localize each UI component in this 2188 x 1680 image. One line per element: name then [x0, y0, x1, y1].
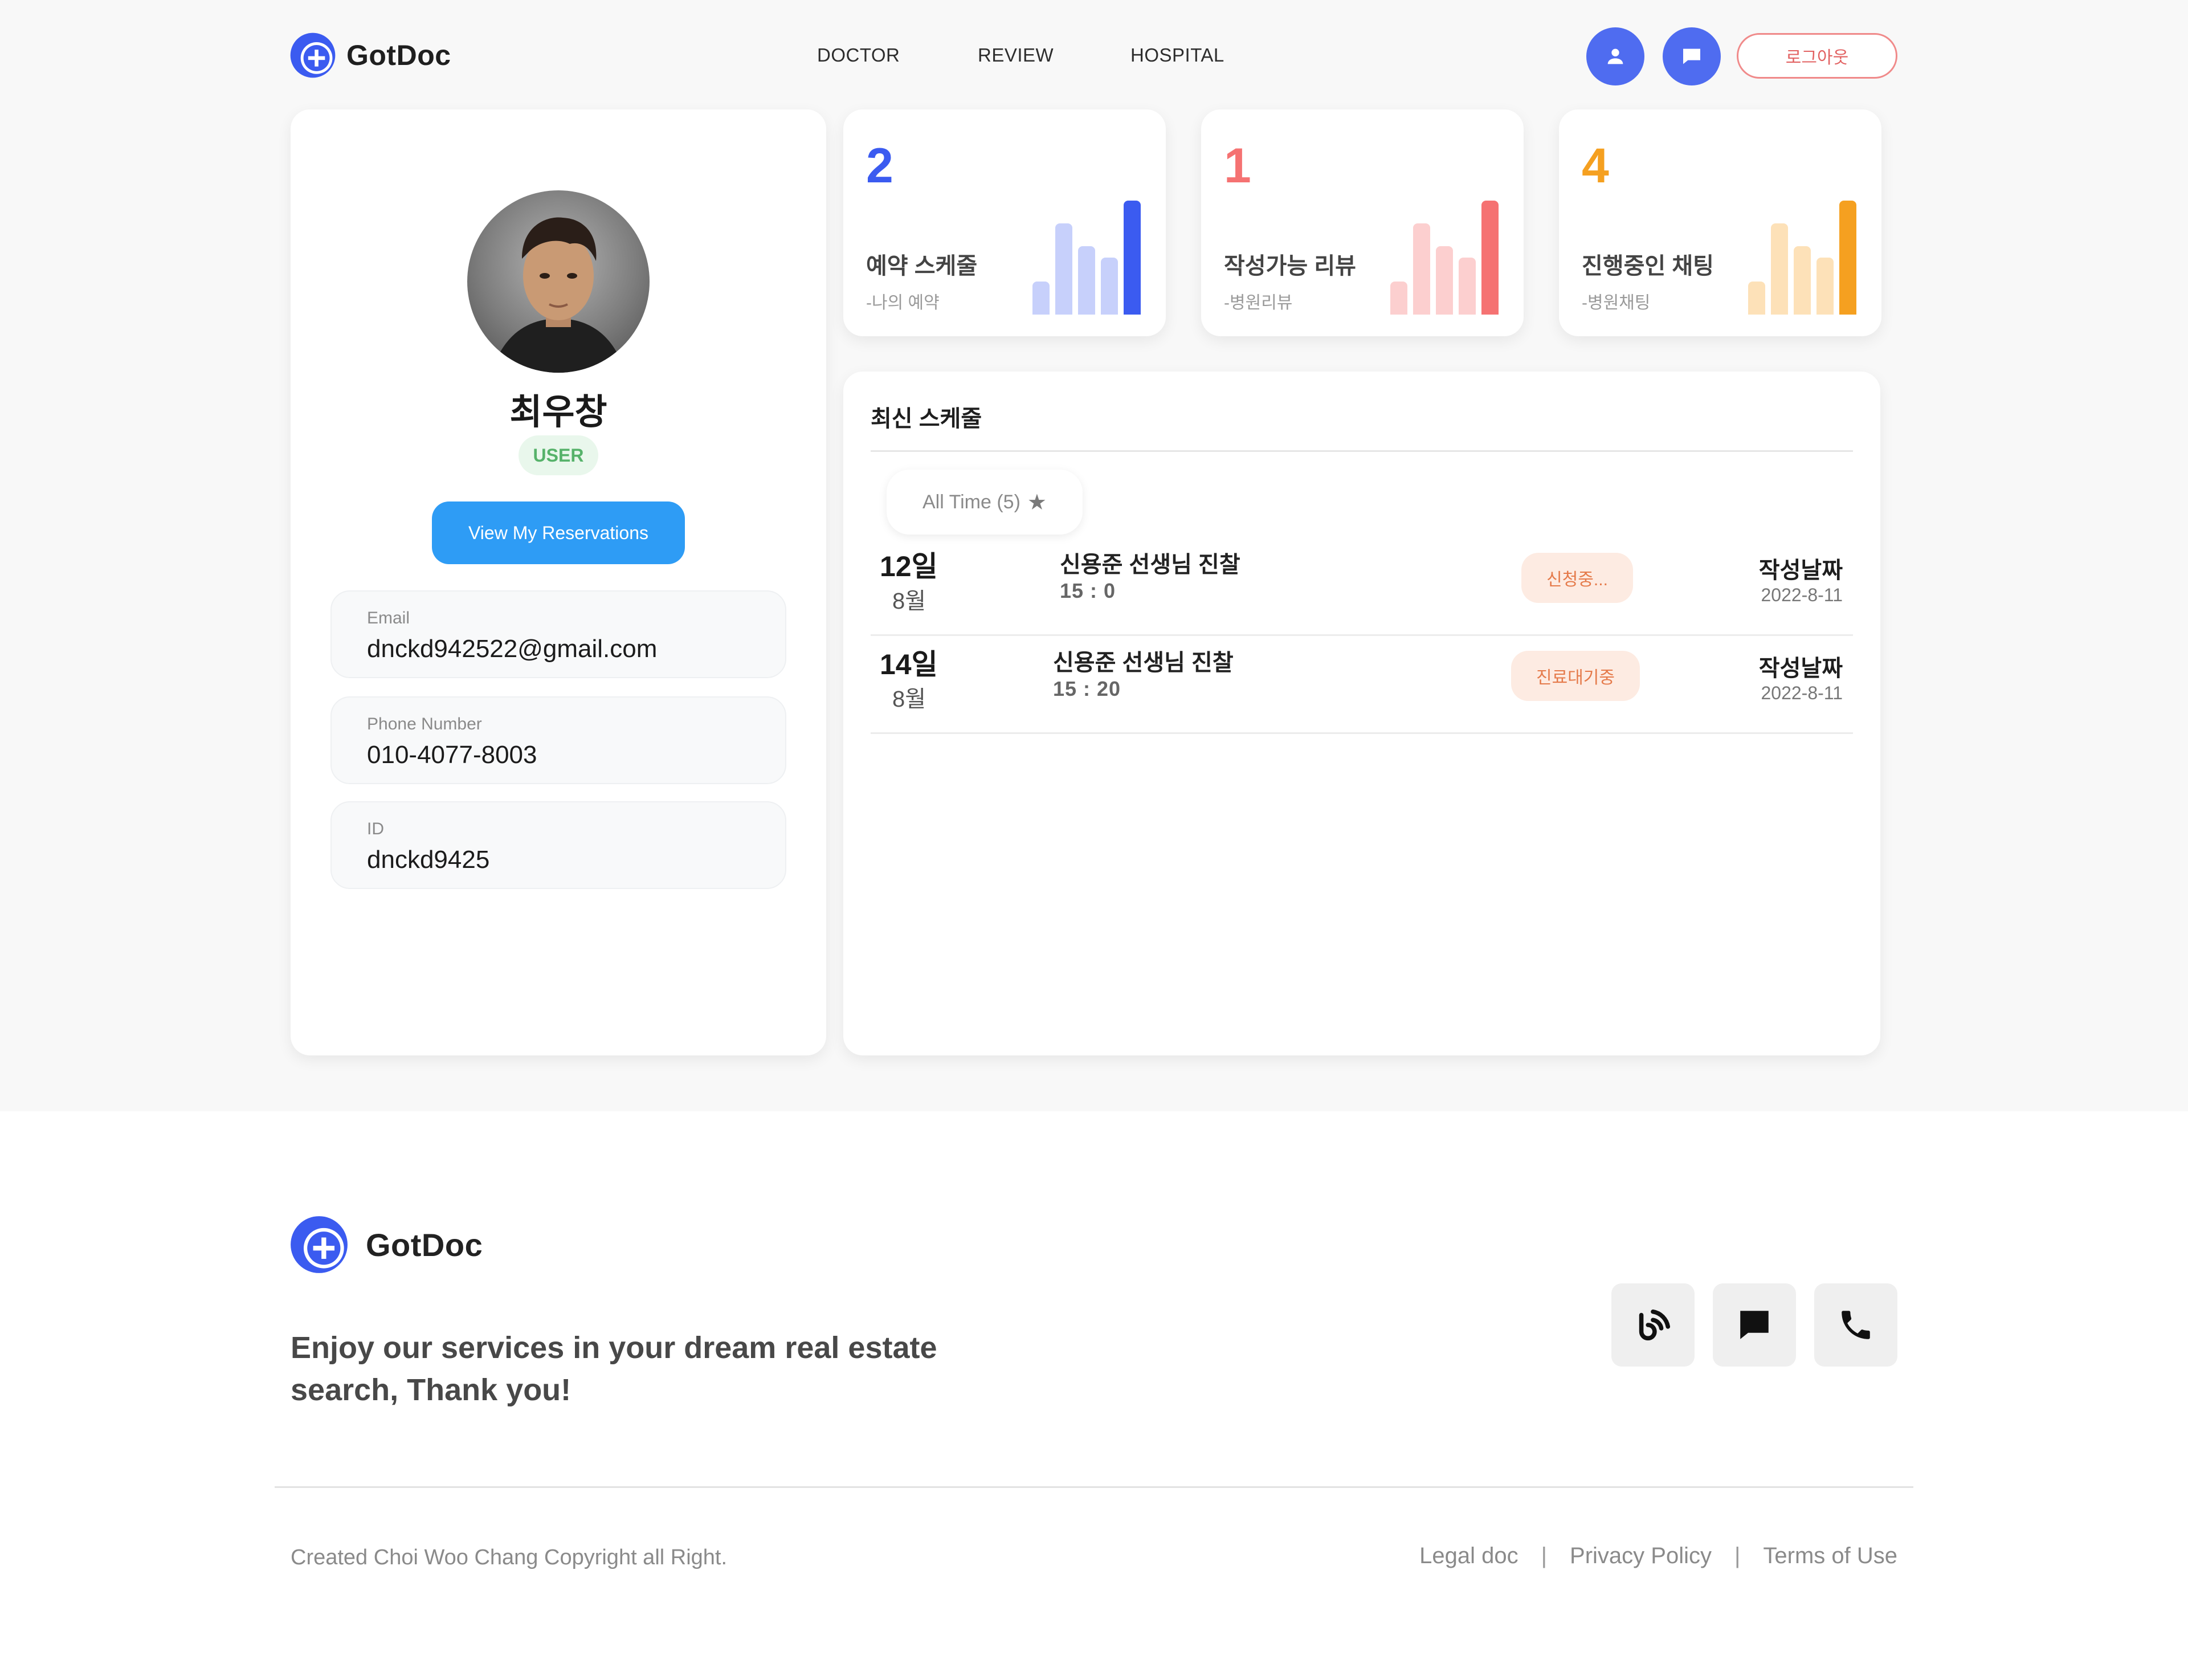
stat-bar	[1032, 282, 1050, 315]
stat-bar	[1124, 201, 1141, 315]
stat-bar	[1078, 246, 1095, 315]
link-separator: |	[1734, 1543, 1741, 1568]
filter-all-time[interactable]: All Time (5) ★	[887, 470, 1083, 535]
schedule-doctor: 신용준 선생님 진찰	[1060, 552, 1240, 577]
avatar-portrait	[491, 217, 626, 373]
stat-bar	[1436, 246, 1453, 315]
link-separator: |	[1541, 1543, 1548, 1568]
schedule-month: 8월	[892, 589, 926, 614]
stat-card-chats[interactable]: 4 진행중인 채팅 -병원채팅	[1559, 109, 1881, 336]
stat-bar	[1748, 282, 1765, 315]
created-date: 2022-8-11	[1761, 585, 1843, 605]
schedule-doctor: 신용준 선생님 진찰	[1053, 650, 1234, 675]
phone-label: Phone Number	[367, 715, 482, 733]
profile-button[interactable]	[1586, 27, 1644, 85]
stat-value: 4	[1582, 138, 1609, 193]
schedule-row[interactable]: 14일 8월 신용준 선생님 진찰 15 : 20 진료대기중 작성날짜 202…	[871, 636, 1853, 734]
stat-bar	[1481, 201, 1499, 315]
stat-bars-icon	[1032, 201, 1146, 315]
schedule-day: 12일	[880, 551, 938, 582]
stat-bar	[1055, 223, 1072, 315]
nav-review[interactable]: REVIEW	[978, 44, 1054, 66]
chat-button[interactable]	[1663, 27, 1721, 85]
phone-value: 010-4077-8003	[367, 741, 537, 769]
stat-bars-icon	[1748, 201, 1862, 315]
profile-card: 최우창 USER View My Reservations Email dnck…	[291, 109, 826, 1055]
stat-title: 예약 스케줄	[866, 254, 978, 279]
schedule-time: 15 : 20	[1053, 677, 1121, 700]
chat-icon	[1683, 48, 1700, 64]
stat-subtitle: -나의 예약	[866, 293, 940, 312]
stat-bar	[1839, 201, 1856, 315]
created-label: 작성날짜	[1758, 558, 1843, 583]
schedule-time: 15 : 0	[1060, 579, 1116, 602]
copyright-text: Created Choi Woo Chang Copyright all Rig…	[291, 1546, 728, 1569]
phone-icon	[1842, 1311, 1870, 1339]
terms-of-use-link[interactable]: Terms of Use	[1763, 1543, 1897, 1569]
role-badge: USER	[519, 435, 598, 475]
legal-doc-link[interactable]: Legal doc	[1419, 1543, 1518, 1569]
id-value: dnckd9425	[367, 846, 490, 874]
stat-bar	[1101, 258, 1118, 315]
footer-divider	[275, 1486, 1913, 1488]
header: GotDoc DOCTOR REVIEW HOSPITAL 로그아웃	[0, 0, 2188, 108]
logout-button[interactable]: 로그아웃	[1737, 33, 1897, 79]
star-icon: ★	[1027, 490, 1047, 515]
stat-bar	[1816, 258, 1834, 315]
email-label: Email	[367, 609, 410, 627]
status-badge: 신청중...	[1521, 553, 1633, 603]
stat-bar	[1413, 223, 1430, 315]
schedule-month: 8월	[892, 687, 926, 712]
footer-tagline: Enjoy our services in your dream real es…	[291, 1331, 937, 1407]
divider	[871, 450, 1853, 452]
blog-button[interactable]	[1611, 1283, 1695, 1367]
stat-subtitle: -병원채팅	[1582, 293, 1651, 312]
stat-bar	[1771, 223, 1788, 315]
stat-value: 1	[1224, 138, 1251, 193]
stat-value: 2	[866, 138, 893, 193]
logo-icon	[291, 1216, 348, 1273]
stat-title: 작성가능 리뷰	[1224, 254, 1356, 279]
id-label: ID	[367, 819, 384, 838]
phone-button[interactable]	[1814, 1283, 1897, 1367]
chat-icon	[1740, 1311, 1769, 1339]
stat-bars-icon	[1390, 201, 1504, 315]
email-value: dnckd942522@gmail.com	[367, 635, 658, 663]
blog-icon	[1639, 1309, 1671, 1341]
schedule-day: 14일	[880, 649, 938, 680]
schedule-title: 최신 스케줄	[871, 406, 982, 431]
email-field[interactable]: Email dnckd942522@gmail.com	[330, 590, 786, 678]
chat-button-footer[interactable]	[1713, 1283, 1796, 1367]
stat-card-reservations[interactable]: 2 예약 스케줄 -나의 예약	[843, 109, 1166, 336]
stat-bar	[1459, 258, 1476, 315]
stat-bar	[1390, 282, 1407, 315]
nav-doctor[interactable]: DOCTOR	[817, 44, 900, 66]
schedule-row[interactable]: 12일 8월 신용준 선생님 진찰 15 : 0 신청중... 작성날짜 202…	[871, 538, 1853, 636]
footer-brand-name: GotDoc	[366, 1226, 483, 1263]
nav-hospital[interactable]: HOSPITAL	[1130, 44, 1224, 66]
created-date: 2022-8-11	[1761, 683, 1843, 703]
footer-links: Legal doc | Privacy Policy | Terms of Us…	[1419, 1543, 1897, 1569]
stat-subtitle: -병원리뷰	[1224, 293, 1293, 312]
status-badge: 진료대기중	[1511, 651, 1640, 701]
user-icon	[1607, 48, 1623, 64]
phone-field[interactable]: Phone Number 010-4077-8003	[330, 696, 786, 784]
stat-title: 진행중인 채팅	[1582, 254, 1714, 279]
created-label: 작성날짜	[1758, 656, 1843, 681]
privacy-policy-link[interactable]: Privacy Policy	[1570, 1543, 1712, 1569]
stat-card-reviews[interactable]: 1 작성가능 리뷰 -병원리뷰	[1201, 109, 1524, 336]
stat-bar	[1794, 246, 1811, 315]
id-field[interactable]: ID dnckd9425	[330, 801, 786, 889]
avatar	[467, 190, 650, 373]
filter-label: All Time (5)	[922, 491, 1020, 513]
schedule-card: 최신 스케줄 All Time (5) ★ 12일 8월 신용준 선생님 진찰 …	[843, 372, 1880, 1055]
footer-logo[interactable]: GotDoc	[289, 1215, 483, 1274]
profile-name: 최우창	[509, 393, 607, 432]
view-reservations-button[interactable]: View My Reservations	[432, 501, 685, 564]
